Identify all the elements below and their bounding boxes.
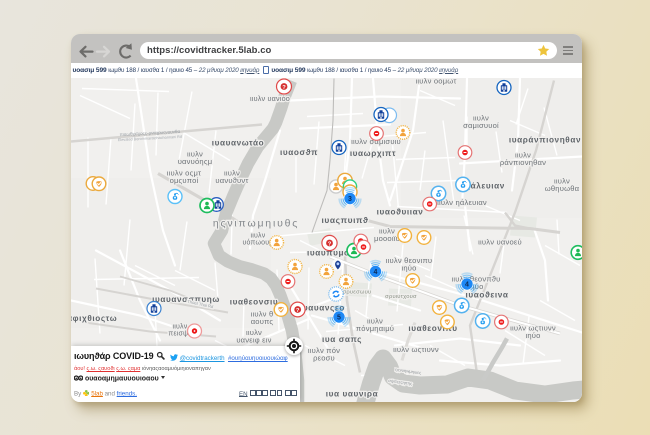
svg-text:ιυαςπυιπϑ: ιυαςπυιπϑ [321, 214, 368, 224]
svg-text:ιυα υαυνιρα: ιυα υαυνιρα [326, 389, 378, 398]
svg-text:ηάλευιαν: ηάλευιαν [465, 181, 505, 190]
svg-text:ιυαυανωτάο: ιυαυανωτάο [212, 138, 265, 147]
svg-text:ιυαοϑυιιαν: ιυαοϑυιιαν [377, 207, 424, 216]
svg-text:ιιυλν: ιιυλν [251, 232, 266, 239]
svg-text:ιυα σαπς: ιυα σαπς [322, 334, 362, 343]
svg-text:ιυαοσϑπ: ιυαοσϑπ [280, 147, 318, 156]
svg-text:ιιυλν ηάλευιαν: ιιυλν ηάλευιαν [437, 198, 487, 207]
svg-text:?: ? [282, 84, 286, 90]
svg-text:3: 3 [348, 196, 352, 203]
svg-text:ιυαωρχιπτ: ιυαωρχιπτ [350, 148, 396, 157]
svg-text:ηςνιπωμηιυθς: ηςνιπωμηιυθς [213, 217, 299, 229]
svg-text:4: 4 [465, 281, 469, 288]
svg-text:ιιυλν υανοεύ: ιιυλν υανοεύ [478, 237, 522, 246]
svg-text:ιιυλν: ιιυλν [173, 323, 188, 330]
svg-text:μοοοιϊυ: μοοοιϊυ [374, 233, 400, 242]
svg-text:ιιυλν υανιόο: ιιυλν υανιόο [250, 94, 290, 103]
svg-text:ιηύο: ιηύο [401, 263, 416, 272]
svg-text:ιυαράνπιονηθαν: ιυαράνπιονηθαν [509, 135, 581, 144]
svg-text:?: ? [296, 307, 300, 313]
svg-text:ράνπιονηθαν: ράνπιονηθαν [500, 157, 546, 166]
svg-text:?: ? [328, 241, 332, 247]
svg-text:ομςυποί: ομςυποί [170, 175, 199, 184]
svg-text:αουπς: αουπς [251, 316, 274, 325]
svg-text:υανυϑυντ: υανυϑυντ [215, 175, 248, 184]
svg-text:ιυαφιχθιοςτω: ιυαφιχθιοςτω [71, 313, 117, 322]
svg-text:σρυιυτχουσ: σρυιυτχουσ [385, 294, 417, 300]
svg-text:υανειφ ειν: υανειφ ειν [236, 335, 271, 344]
svg-text:4: 4 [374, 269, 378, 276]
svg-text:υόπωουμ: υόπωουμ [243, 238, 274, 246]
svg-text:ωθηυωθα: ωθηυωθα [545, 183, 580, 192]
svg-text:ιυαθεονσιυ: ιυαθεονσιυ [230, 297, 279, 306]
svg-text:ιιυλν οομωτ: ιιυλν οομωτ [415, 78, 456, 86]
svg-text:5: 5 [337, 314, 341, 321]
svg-text:πόνμηαιμύ: πόνμηαιμύ [356, 323, 394, 332]
svg-text:υανυόηςμ: υανυόηςμ [178, 156, 213, 165]
svg-text:ρεοσυ: ρεοσυ [313, 353, 335, 362]
svg-text:ιιυλν ωςτιυνν: ιιυλν ωςτιυνν [393, 345, 439, 354]
svg-text:σρυεσωυυ: σρυεσωυυ [343, 289, 372, 295]
svg-text:σαμισυυοί: σαμισυυοί [463, 120, 499, 129]
svg-text:ιηύο: ιηύο [525, 330, 540, 339]
